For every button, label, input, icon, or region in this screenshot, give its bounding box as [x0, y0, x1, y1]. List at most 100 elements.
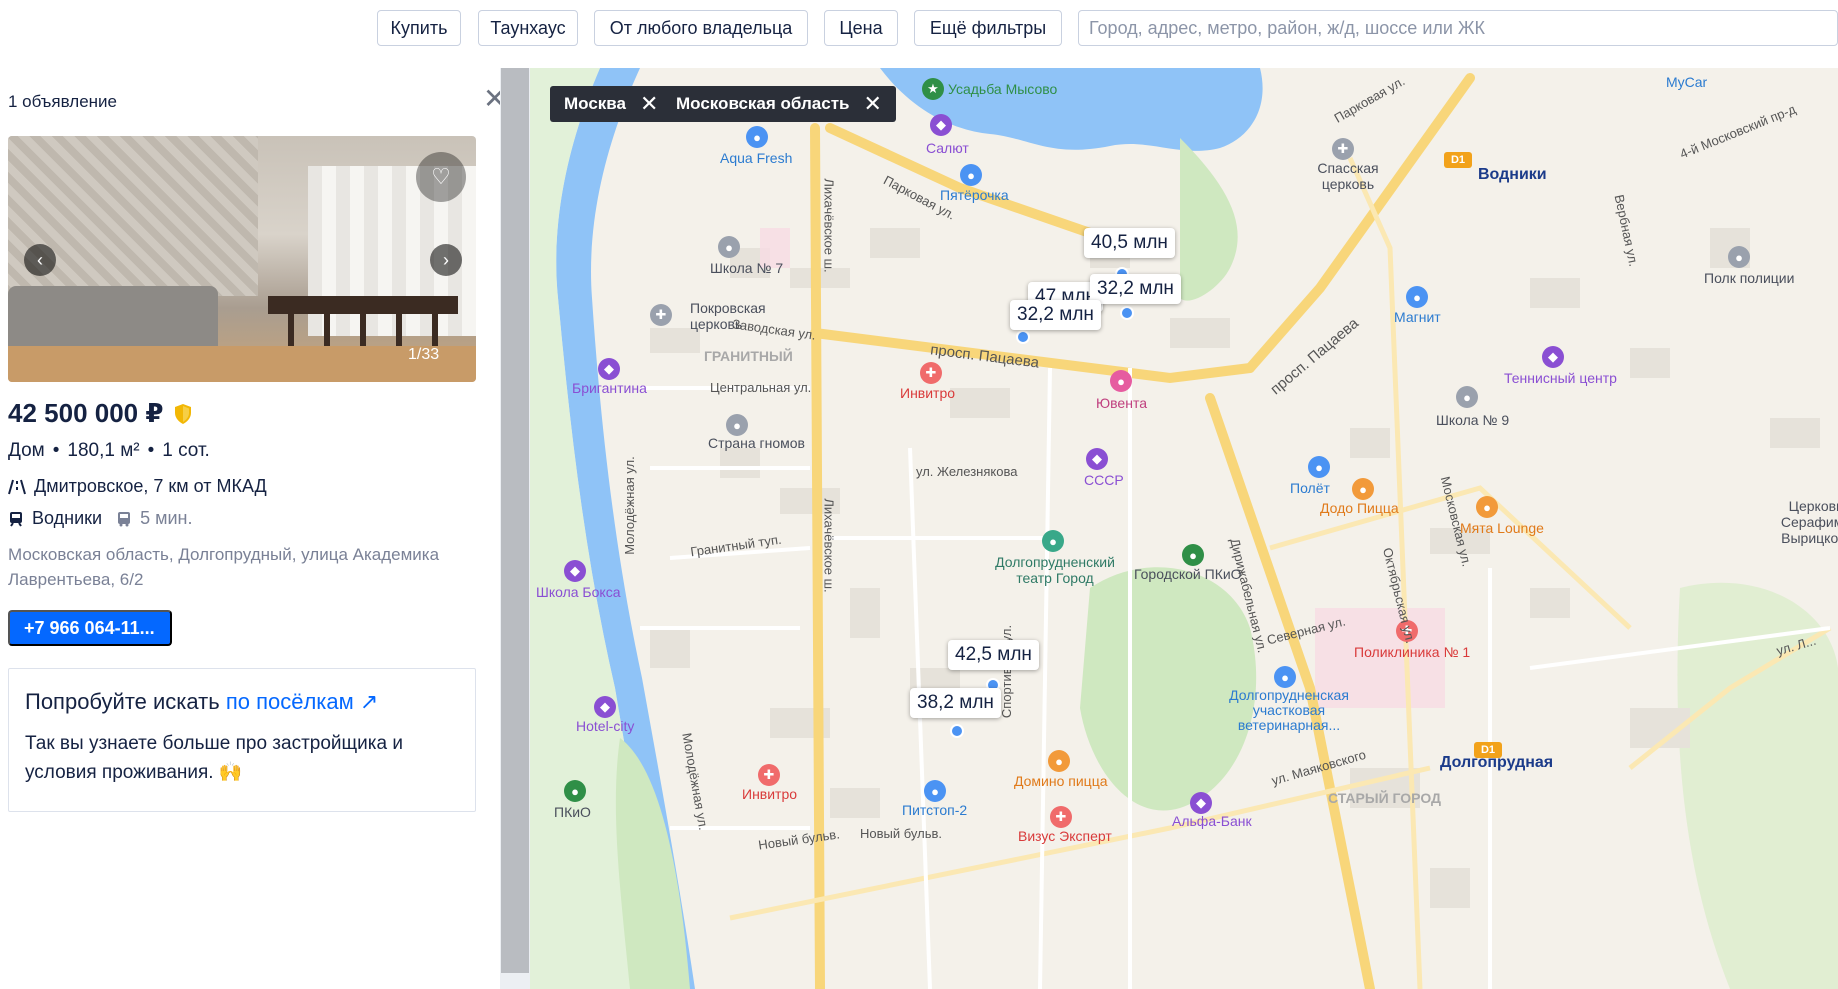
price-marker[interactable]: 32,2 млн — [1010, 300, 1101, 330]
place-pkio2[interactable]: ПКиО — [554, 804, 591, 820]
car-icon[interactable]: ● — [924, 780, 946, 802]
listing-photo[interactable]: ♡ ‹ › 1/33 — [8, 136, 476, 382]
place-salut[interactable]: Салют — [926, 140, 969, 156]
place-pyaterochka[interactable]: Пятёрочка — [940, 187, 1009, 203]
buy-filter-button[interactable]: Купить — [377, 10, 461, 46]
close-icon[interactable]: ✕ — [863, 91, 881, 117]
place-school9[interactable]: Школа № 9 — [1436, 412, 1509, 428]
food-icon[interactable]: ● — [1048, 750, 1070, 772]
street-likhachevskoe1: Лихачёвское ш. — [821, 178, 837, 273]
map[interactable]: Москва ✕ Московская область ✕ ★ Усадьба Мы… — [530, 68, 1838, 989]
sport-icon[interactable]: ◆ — [564, 560, 586, 582]
price-marker[interactable]: 42,5 млн — [948, 640, 1039, 670]
star-icon[interactable]: ★ — [922, 78, 944, 100]
place-police[interactable]: Полк полиции — [1704, 270, 1794, 286]
school-icon[interactable]: ● — [1456, 386, 1478, 408]
search-input[interactable] — [1078, 10, 1838, 46]
district-starygorod: СТАРЫЙ ГОРОД — [1328, 790, 1442, 806]
beauty-icon[interactable]: ● — [1110, 370, 1132, 392]
bed-icon[interactable]: ◆ — [594, 696, 616, 718]
ticket-icon[interactable]: ◆ — [1086, 448, 1108, 470]
tree-icon[interactable]: ● — [564, 780, 586, 802]
heart-icon[interactable]: ♡ — [416, 152, 466, 202]
place-vizus[interactable]: Визус Эксперт — [1018, 828, 1112, 844]
place-domino[interactable]: Домино пицца — [1014, 773, 1108, 789]
school-icon[interactable]: ● — [718, 236, 740, 258]
place-vet[interactable]: Долгопрудненская участковая ветеринарная… — [1224, 688, 1354, 733]
price-marker[interactable]: 32,2 млн — [1090, 274, 1181, 304]
place-yuventa[interactable]: Ювента — [1096, 395, 1147, 411]
place-tennis[interactable]: Теннисный центр — [1504, 370, 1617, 386]
price-value: 42 500 000 ₽ — [8, 398, 164, 428]
church-icon[interactable]: ✚ — [1332, 138, 1354, 160]
listing-price: 42 500 000 ₽ — [8, 398, 193, 429]
place-poliklinika[interactable]: Поликлиника № 1 — [1354, 644, 1470, 660]
price-marker[interactable]: 40,5 млн — [1084, 228, 1175, 258]
place-school7[interactable]: Школа № 7 — [710, 260, 783, 276]
place-mycar[interactable]: MyCar — [1666, 74, 1707, 90]
bag-icon[interactable]: ● — [1308, 456, 1330, 478]
paw-icon[interactable]: ● — [1274, 666, 1296, 688]
place-vodniki[interactable]: Водники — [1478, 166, 1547, 184]
place-brigantina[interactable]: Бригантина — [572, 380, 647, 396]
promo-link-text[interactable]: по посёлкам — [226, 689, 354, 714]
panel-scrollbar[interactable] — [500, 68, 530, 989]
place-theatre[interactable]: Долгопрудненский театр Город — [980, 554, 1130, 586]
car-icon[interactable]: ● — [746, 126, 768, 148]
chip-moscow-region[interactable]: Московская область ✕ — [662, 86, 896, 122]
medical-icon[interactable]: ✚ — [920, 362, 942, 384]
place-usadba[interactable]: Усадьба Мысово — [948, 81, 1057, 97]
place-boxing[interactable]: Школа Бокса — [536, 584, 620, 600]
place-pitstop[interactable]: Питстоп-2 — [902, 802, 967, 818]
play-icon[interactable]: ● — [726, 414, 748, 436]
place-aqua[interactable]: Aqua Fresh — [720, 150, 792, 166]
place-polet[interactable]: Полёт — [1290, 480, 1330, 496]
bank-icon[interactable]: ◆ — [1190, 792, 1212, 814]
close-icon[interactable]: ✕ — [640, 91, 658, 117]
price-marker[interactable]: 38,2 млн — [910, 688, 1001, 718]
place-invitro1[interactable]: Инвитро — [900, 385, 955, 401]
more-filters-button[interactable]: Ещё фильтры — [914, 10, 1062, 46]
medical-icon[interactable]: ✚ — [758, 764, 780, 786]
owner-filter-button[interactable]: От любого владельца — [594, 10, 808, 46]
price-filter-button[interactable]: Цена — [824, 10, 898, 46]
chip-moscow[interactable]: Москва ✕ — [550, 86, 673, 122]
road-icon — [8, 479, 26, 494]
ticket-icon[interactable]: ◆ — [930, 114, 952, 136]
price-marker-dot[interactable] — [950, 724, 964, 738]
price-marker-dot[interactable] — [1016, 330, 1030, 344]
food-icon[interactable]: ● — [1476, 496, 1498, 518]
basket-icon[interactable]: ● — [960, 164, 982, 186]
place-dodo[interactable]: Додо Пицца — [1320, 500, 1399, 516]
promo-text: Так вы узнаете больше про застройщика и … — [25, 733, 403, 783]
place-spasskaya[interactable]: Спасская церковь — [1308, 160, 1388, 192]
place-serafim[interactable]: Церковь Серафима Вырицкого — [1776, 498, 1838, 546]
chevron-right-icon[interactable]: › — [430, 244, 462, 276]
church-icon[interactable]: ✚ — [650, 304, 672, 326]
place-magnit[interactable]: Магнит — [1394, 309, 1441, 325]
trophy-icon[interactable]: ◆ — [1542, 346, 1564, 368]
place-myata[interactable]: Мята Lounge — [1460, 520, 1544, 536]
scrollbar-thumb[interactable] — [501, 68, 529, 973]
land-area: 1 сот. — [162, 440, 210, 461]
place-sssr[interactable]: СССР — [1084, 472, 1124, 488]
food-icon[interactable]: ● — [1352, 478, 1374, 500]
train-icon — [10, 511, 22, 527]
basket-icon[interactable]: ● — [1406, 286, 1428, 308]
map-canvas — [530, 68, 1838, 989]
medical-icon[interactable]: ✚ — [1050, 806, 1072, 828]
place-hotel[interactable]: Hotel-city — [576, 718, 634, 734]
chevron-left-icon[interactable]: ‹ — [24, 244, 56, 276]
promo-link[interactable]: по посёлкам ↗ — [226, 689, 379, 714]
price-marker-dot[interactable] — [1120, 306, 1134, 320]
police-icon[interactable]: ● — [1728, 246, 1750, 268]
phone-button[interactable]: +7 966 064-11... — [8, 610, 172, 646]
place-pkio[interactable]: Городской ПКиО — [1134, 566, 1242, 582]
place-strana[interactable]: Страна гномов — [708, 435, 805, 451]
tree-icon[interactable]: ● — [1182, 544, 1204, 566]
place-alfa[interactable]: Альфа-Банк — [1172, 813, 1252, 829]
place-invitro2[interactable]: Инвитро — [742, 786, 797, 802]
hotel-icon[interactable]: ◆ — [598, 358, 620, 380]
theatre-icon[interactable]: ● — [1042, 530, 1064, 552]
townhouse-filter-button[interactable]: Таунхаус — [478, 10, 578, 46]
